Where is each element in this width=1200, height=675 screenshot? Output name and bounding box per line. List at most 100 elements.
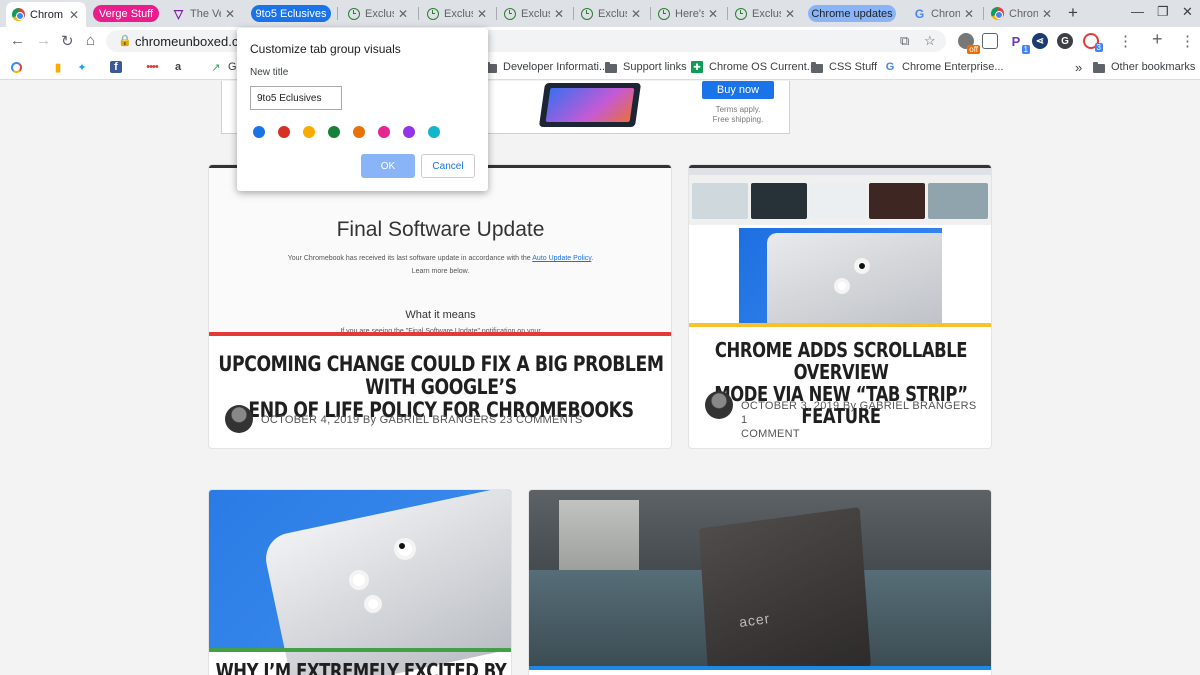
- bookmark-analytics[interactable]: ▮: [52, 59, 70, 75]
- group-title-input[interactable]: [250, 86, 342, 110]
- color-swatch-orange[interactable]: [353, 126, 365, 138]
- bookmark-chrome[interactable]: [10, 59, 28, 75]
- menu-dots-icon[interactable]: ⋮: [1118, 32, 1133, 50]
- back-button[interactable]: ←: [10, 32, 25, 49]
- close-icon[interactable]: ✕: [1041, 7, 1053, 21]
- add-icon[interactable]: +: [1152, 29, 1163, 50]
- author-link[interactable]: GABRIEL BRANGERS: [380, 414, 497, 426]
- comments-count[interactable]: 1: [741, 414, 747, 426]
- star-icon[interactable]: ☆: [924, 33, 936, 49]
- bookmark-chrome-os-current[interactable]: ✚ Chrome OS Current...: [691, 59, 816, 75]
- bookmark-twitter[interactable]: ✦: [76, 59, 94, 75]
- comments-link[interactable]: COMMENT: [741, 427, 981, 441]
- google-icon: G: [914, 6, 925, 21]
- color-swatch-purple[interactable]: [403, 126, 415, 138]
- comments-link[interactable]: 23 COMMENTS: [500, 414, 583, 426]
- article-title[interactable]: Why I’m extremely excited by the: [209, 660, 511, 675]
- share-extension-icon[interactable]: ⋖: [1032, 33, 1048, 49]
- article-title[interactable]: Upcoming change could fix a big problem …: [218, 353, 664, 422]
- google-icon: G: [885, 61, 895, 73]
- other-bookmarks[interactable]: Other bookmarks: [1093, 59, 1195, 75]
- target-extension-icon[interactable]: 3: [1083, 33, 1103, 52]
- ok-button[interactable]: OK: [361, 154, 415, 178]
- tab-exclusive-3[interactable]: Exclus ✕: [497, 2, 571, 25]
- close-icon[interactable]: ✕: [224, 7, 236, 21]
- bookmarks-overflow-button[interactable]: »: [1075, 59, 1082, 75]
- article-image: acer: [529, 490, 991, 670]
- cancel-button[interactable]: Cancel: [421, 154, 475, 178]
- color-swatch-pink[interactable]: [378, 126, 390, 138]
- tab-active[interactable]: Chrom ✕: [6, 2, 86, 27]
- tab-exclusive-1[interactable]: Exclus ✕: [341, 2, 415, 25]
- tab-separator: [418, 7, 419, 20]
- forward-button[interactable]: →: [36, 32, 51, 49]
- article-meta: OCTOBER 3, 2019 By GABRIEL BRANGERS 1 CO…: [741, 399, 981, 441]
- author-avatar[interactable]: [705, 391, 733, 419]
- tab-group-9to5-eclusives[interactable]: 9to5 Eclusives: [251, 5, 331, 22]
- minimize-button[interactable]: —: [1131, 4, 1144, 19]
- close-icon[interactable]: ✕: [630, 7, 642, 21]
- tab-chrome[interactable]: Chron ✕: [985, 2, 1059, 25]
- tab-group-chrome-updates[interactable]: Chrome updates: [808, 5, 896, 22]
- sheets-icon: ✚: [691, 61, 703, 73]
- chrome-icon: [991, 7, 1004, 20]
- extension-icon-off[interactable]: off: [958, 33, 980, 54]
- author-avatar[interactable]: [225, 405, 253, 433]
- bookmark-dots[interactable]: ••••: [146, 59, 164, 75]
- new-tab-button[interactable]: +: [1068, 3, 1078, 23]
- home-button[interactable]: ⌂: [86, 32, 95, 49]
- close-icon[interactable]: ✕: [553, 7, 565, 21]
- close-icon[interactable]: ✕: [397, 7, 409, 21]
- article-card-eol-policy[interactable]: Final Software Update Your Chromebook ha…: [208, 164, 672, 449]
- amazon-icon: a: [174, 61, 182, 73]
- tab-exclusive-4[interactable]: Exclus ✕: [574, 2, 648, 25]
- tab-exclusive-5[interactable]: Exclus ✕: [728, 2, 802, 25]
- article-card-tab-strip[interactable]: Chrome adds scrollable overview mode via…: [688, 164, 992, 449]
- bookmark-trends[interactable]: ↗ G: [210, 59, 236, 75]
- pocket-extension-icon[interactable]: P1: [1008, 33, 1030, 54]
- article-card-acer-chromebook[interactable]: acer: [528, 489, 992, 675]
- new-title-label: New title: [250, 67, 289, 78]
- menu-dots-icon-2[interactable]: ⋮: [1180, 32, 1195, 50]
- article-date: OCTOBER 4, 2019: [261, 414, 360, 426]
- color-swatch-yellow[interactable]: [303, 126, 315, 138]
- cast-icon[interactable]: [982, 33, 998, 49]
- analytics-icon: ▮: [54, 61, 62, 74]
- bookmark-css-stuff[interactable]: CSS Stuff: [811, 59, 877, 75]
- category-bar: [209, 332, 671, 336]
- close-icon[interactable]: ✕: [963, 7, 975, 21]
- maximize-button[interactable]: ❐: [1157, 4, 1169, 20]
- bookmark-support-links[interactable]: Support links: [605, 59, 687, 75]
- color-swatch-blue[interactable]: [253, 126, 265, 138]
- tab-verge[interactable]: ▽ The Ve ✕: [166, 2, 242, 25]
- bookmark-chrome-enterprise[interactable]: G Chrome Enterprise...: [884, 59, 1004, 75]
- open-external-icon[interactable]: ⧉: [900, 33, 909, 49]
- tab-title: Here's: [675, 7, 704, 20]
- image-paragraph: Your Chromebook has received its last so…: [209, 255, 671, 262]
- image-text: .: [591, 255, 594, 262]
- tab-title: Chron: [1009, 7, 1038, 20]
- close-icon[interactable]: ✕: [784, 7, 796, 21]
- bookmark-amazon[interactable]: a: [172, 59, 190, 75]
- close-icon[interactable]: ✕: [476, 7, 488, 21]
- author-link[interactable]: GABRIEL BRANGERS: [860, 400, 977, 412]
- close-icon[interactable]: ✕: [68, 8, 80, 22]
- tab-heres[interactable]: Here's ✕: [651, 2, 725, 25]
- tab-exclusive-2[interactable]: Exclus ✕: [420, 2, 494, 25]
- omnibox[interactable]: 🔒 chromeunboxed.com ⧉ ☆: [106, 30, 946, 52]
- buy-now-button[interactable]: Buy now: [702, 81, 774, 99]
- close-window-button[interactable]: ✕: [1182, 4, 1193, 20]
- bookmark-developer-info[interactable]: Developer Informati...: [485, 59, 608, 75]
- close-icon[interactable]: ✕: [707, 7, 719, 21]
- bookmark-facebook[interactable]: f: [110, 59, 128, 75]
- tab-google-chrome[interactable]: G Chron ✕: [907, 2, 981, 25]
- color-swatch-red[interactable]: [278, 126, 290, 138]
- color-swatch-green[interactable]: [328, 126, 340, 138]
- article-card-pixel-buds[interactable]: Why I’m extremely excited by the: [208, 489, 512, 675]
- bookmark-label: CSS Stuff: [829, 61, 878, 73]
- reload-button[interactable]: ↻: [61, 32, 74, 50]
- clock-icon: [657, 7, 670, 20]
- color-swatch-cyan[interactable]: [428, 126, 440, 138]
- grammarly-icon[interactable]: G: [1057, 33, 1073, 49]
- tab-group-verge-stuff[interactable]: Verge Stuff: [93, 5, 159, 22]
